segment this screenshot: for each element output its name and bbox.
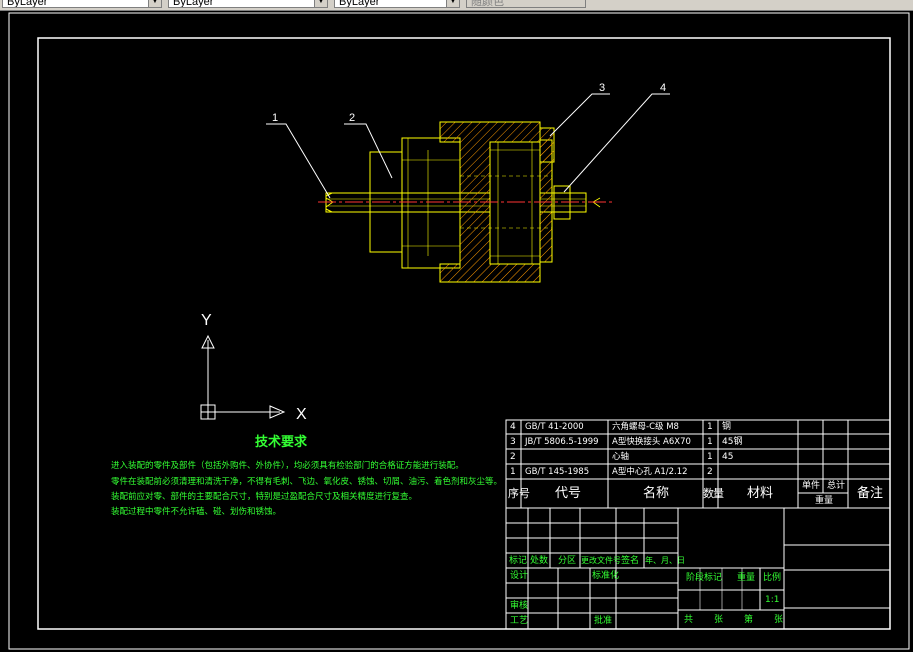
label-weight: 重量	[737, 573, 756, 583]
title-block-grid	[505, 419, 891, 630]
row-4-material: 钢	[722, 422, 732, 432]
label-stage-mark: 阶段标记	[686, 573, 723, 583]
ucs-icon	[200, 334, 286, 420]
label-standardize: 标准化	[592, 571, 620, 581]
chuck-body	[401, 137, 461, 269]
lineweight-combo[interactable]: ByLayer ▼	[334, 0, 460, 8]
balloon-4: 4	[660, 82, 666, 94]
row-3-qty: 1	[707, 437, 713, 447]
rev-mark: 标记	[509, 556, 528, 566]
label-review: 审核	[510, 601, 529, 611]
drawing-canvas[interactable]: 1 2 3 4 Y X	[0, 10, 913, 652]
plotstyle-combo-value: 随颜色	[471, 0, 504, 8]
rev-zone: 分区	[558, 556, 577, 566]
row-4-qty: 1	[707, 422, 713, 432]
chevron-down-icon[interactable]: ▼	[446, 0, 459, 7]
header-material: 材料	[747, 486, 774, 501]
header-unit: 单件	[802, 481, 821, 491]
header-name: 名称	[643, 486, 670, 501]
color-combo[interactable]: ByLayer ▼	[2, 0, 162, 8]
row-3-name: A型快换接头 A6X70	[612, 437, 691, 447]
row-3-code: JB/T 5806.5-1999	[525, 437, 599, 447]
notes-title: 技术要求	[255, 435, 308, 450]
rev-count: 处数	[530, 556, 549, 566]
row-2-material: 45	[722, 452, 734, 462]
linetype-combo[interactable]: ByLayer ▼	[168, 0, 328, 8]
balloon-1: 1	[272, 112, 278, 124]
row-1-name: A型中心孔 A1/2.12	[612, 467, 688, 477]
header-total: 总计	[827, 481, 846, 491]
chevron-down-icon[interactable]: ▼	[314, 0, 327, 7]
header-weight: 重量	[815, 496, 834, 506]
label-sheets: 共 张 第 张	[684, 615, 790, 625]
row-1-no: 1	[510, 467, 516, 477]
ucs-y-label: Y	[201, 312, 212, 329]
row-2-no: 2	[510, 452, 516, 462]
linetype-combo-value: ByLayer	[173, 0, 214, 8]
label-design: 设计	[510, 571, 529, 581]
label-process: 工艺	[510, 616, 529, 626]
header-code: 代号	[555, 486, 582, 501]
balloon-3: 3	[599, 82, 605, 94]
rev-doc: 更改文件号	[581, 556, 621, 565]
label-scale: 比例	[763, 573, 782, 583]
rev-date: 年、月、日	[645, 556, 685, 565]
color-combo-value: ByLayer	[7, 0, 48, 8]
row-1-code: GB/T 145-1985	[525, 467, 590, 477]
notes-line-4: 装配过程中零件不允许磕、碰、划伤和锈蚀。	[111, 507, 282, 517]
label-approve: 批准	[594, 616, 613, 626]
ucs-x-label: X	[296, 406, 307, 423]
row-3-material: 45钢	[722, 437, 743, 447]
row-4-name: 六角螺母-C级 M8	[612, 422, 679, 432]
row-4-code: GB/T 41-2000	[525, 422, 584, 432]
notes-line-2: 零件在装配前必须清理和清洗干净，不得有毛刺、飞边、氧化皮、锈蚀、切屑、油污、着色…	[111, 477, 503, 487]
chevron-down-icon[interactable]: ▼	[148, 0, 161, 7]
row-3-no: 3	[510, 437, 516, 447]
row-4-no: 4	[510, 422, 516, 432]
scale-value: 1:1	[765, 595, 780, 605]
balloon-labels: 1 2 3 4	[272, 82, 666, 124]
balloon-2: 2	[349, 112, 355, 124]
header-qty: 数量	[703, 487, 724, 500]
row-1-qty: 2	[707, 467, 713, 477]
lineweight-combo-value: ByLayer	[339, 0, 380, 8]
sheet-border	[8, 12, 910, 650]
notes-line-1: 进入装配的零件及部件（包括外购件、外协件），均必须具有检验部门的合格证方能进行装…	[111, 461, 464, 471]
rev-sign: 签名	[621, 556, 640, 566]
plotstyle-combo: 随颜色	[466, 0, 586, 8]
header-remark: 备注	[857, 486, 884, 501]
header-no: 序号	[508, 487, 530, 500]
row-2-name: 心轴	[612, 452, 630, 462]
notes-line-3: 装配前应对零、部件的主要配合尺寸，特别是过盈配合尺寸及相关精度进行复查。	[111, 492, 418, 502]
row-2-qty: 1	[707, 452, 713, 462]
